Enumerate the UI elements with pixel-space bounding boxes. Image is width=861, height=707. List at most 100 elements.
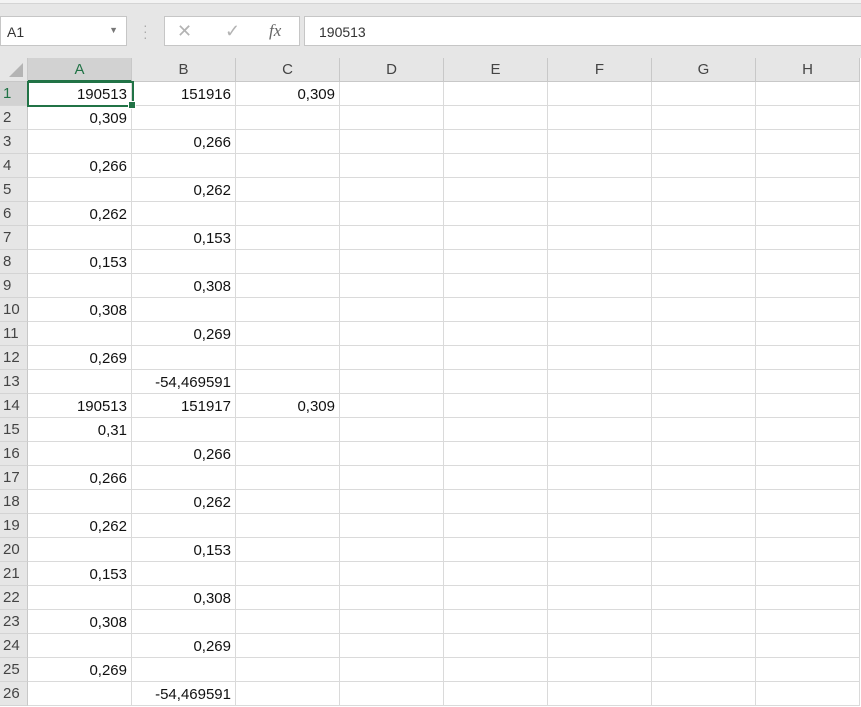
column-header-C[interactable]: C: [236, 58, 340, 82]
cell-E10[interactable]: [444, 298, 548, 322]
cell-F15[interactable]: [548, 418, 652, 442]
cell-E2[interactable]: [444, 106, 548, 130]
cell-G1[interactable]: [652, 82, 756, 106]
cell-G9[interactable]: [652, 274, 756, 298]
cell-B14[interactable]: 151917: [132, 394, 236, 418]
cell-E13[interactable]: [444, 370, 548, 394]
cell-E5[interactable]: [444, 178, 548, 202]
row-header-1[interactable]: 1: [0, 82, 28, 106]
cell-F11[interactable]: [548, 322, 652, 346]
row-header-17[interactable]: 17: [0, 466, 28, 490]
cell-G14[interactable]: [652, 394, 756, 418]
cell-H18[interactable]: [756, 490, 860, 514]
cell-D15[interactable]: [340, 418, 444, 442]
cell-H26[interactable]: [756, 682, 860, 706]
cell-G6[interactable]: [652, 202, 756, 226]
row-header-10[interactable]: 10: [0, 298, 28, 322]
cell-A21[interactable]: 0,153: [28, 562, 132, 586]
cell-H11[interactable]: [756, 322, 860, 346]
cell-C9[interactable]: [236, 274, 340, 298]
cell-D16[interactable]: [340, 442, 444, 466]
cell-D26[interactable]: [340, 682, 444, 706]
cell-E25[interactable]: [444, 658, 548, 682]
cell-B9[interactable]: 0,308: [132, 274, 236, 298]
cell-G4[interactable]: [652, 154, 756, 178]
insert-function-icon[interactable]: fx: [269, 21, 281, 41]
cell-C2[interactable]: [236, 106, 340, 130]
cell-B18[interactable]: 0,262: [132, 490, 236, 514]
cell-E6[interactable]: [444, 202, 548, 226]
cell-B6[interactable]: [132, 202, 236, 226]
cancel-icon[interactable]: ✕: [177, 21, 192, 42]
cell-C12[interactable]: [236, 346, 340, 370]
cell-A4[interactable]: 0,266: [28, 154, 132, 178]
cell-C1[interactable]: 0,309: [236, 82, 340, 106]
cell-A14[interactable]: 190513: [28, 394, 132, 418]
cell-C20[interactable]: [236, 538, 340, 562]
cell-B5[interactable]: 0,262: [132, 178, 236, 202]
cell-E21[interactable]: [444, 562, 548, 586]
cell-G23[interactable]: [652, 610, 756, 634]
row-header-20[interactable]: 20: [0, 538, 28, 562]
cell-D22[interactable]: [340, 586, 444, 610]
cell-B26[interactable]: -54,469591: [132, 682, 236, 706]
cell-H16[interactable]: [756, 442, 860, 466]
cell-D8[interactable]: [340, 250, 444, 274]
cell-B20[interactable]: 0,153: [132, 538, 236, 562]
formula-bar-input[interactable]: 190513: [304, 16, 861, 46]
cell-B10[interactable]: [132, 298, 236, 322]
row-header-9[interactable]: 9: [0, 274, 28, 298]
cell-A16[interactable]: [28, 442, 132, 466]
cell-H1[interactable]: [756, 82, 860, 106]
cell-F14[interactable]: [548, 394, 652, 418]
row-header-12[interactable]: 12: [0, 346, 28, 370]
cell-A26[interactable]: [28, 682, 132, 706]
cell-C17[interactable]: [236, 466, 340, 490]
cell-B24[interactable]: 0,269: [132, 634, 236, 658]
cell-A15[interactable]: 0,31: [28, 418, 132, 442]
cell-F6[interactable]: [548, 202, 652, 226]
cell-A17[interactable]: 0,266: [28, 466, 132, 490]
cell-D17[interactable]: [340, 466, 444, 490]
cell-A9[interactable]: [28, 274, 132, 298]
cell-A2[interactable]: 0,309: [28, 106, 132, 130]
name-box[interactable]: A1 ▼: [0, 16, 127, 46]
cell-H15[interactable]: [756, 418, 860, 442]
cell-H22[interactable]: [756, 586, 860, 610]
cell-C5[interactable]: [236, 178, 340, 202]
cell-B15[interactable]: [132, 418, 236, 442]
cell-H20[interactable]: [756, 538, 860, 562]
column-header-A[interactable]: A: [28, 58, 132, 82]
cell-E8[interactable]: [444, 250, 548, 274]
cell-H6[interactable]: [756, 202, 860, 226]
cell-D14[interactable]: [340, 394, 444, 418]
select-all-button[interactable]: [0, 58, 28, 82]
cell-E22[interactable]: [444, 586, 548, 610]
cell-D3[interactable]: [340, 130, 444, 154]
cell-B7[interactable]: 0,153: [132, 226, 236, 250]
cell-H23[interactable]: [756, 610, 860, 634]
cell-C19[interactable]: [236, 514, 340, 538]
row-header-25[interactable]: 25: [0, 658, 28, 682]
cell-E12[interactable]: [444, 346, 548, 370]
cell-E17[interactable]: [444, 466, 548, 490]
cell-D23[interactable]: [340, 610, 444, 634]
cell-G3[interactable]: [652, 130, 756, 154]
column-header-D[interactable]: D: [340, 58, 444, 82]
cell-C16[interactable]: [236, 442, 340, 466]
cell-H9[interactable]: [756, 274, 860, 298]
cell-D21[interactable]: [340, 562, 444, 586]
cell-G19[interactable]: [652, 514, 756, 538]
cell-B1[interactable]: 151916: [132, 82, 236, 106]
cell-C22[interactable]: [236, 586, 340, 610]
cell-B12[interactable]: [132, 346, 236, 370]
cell-H7[interactable]: [756, 226, 860, 250]
cell-F1[interactable]: [548, 82, 652, 106]
cell-B13[interactable]: -54,469591: [132, 370, 236, 394]
cell-F17[interactable]: [548, 466, 652, 490]
cell-D2[interactable]: [340, 106, 444, 130]
row-header-3[interactable]: 3: [0, 130, 28, 154]
drag-handle-icon[interactable]: · · ·: [143, 18, 149, 44]
cell-C7[interactable]: [236, 226, 340, 250]
cell-C6[interactable]: [236, 202, 340, 226]
